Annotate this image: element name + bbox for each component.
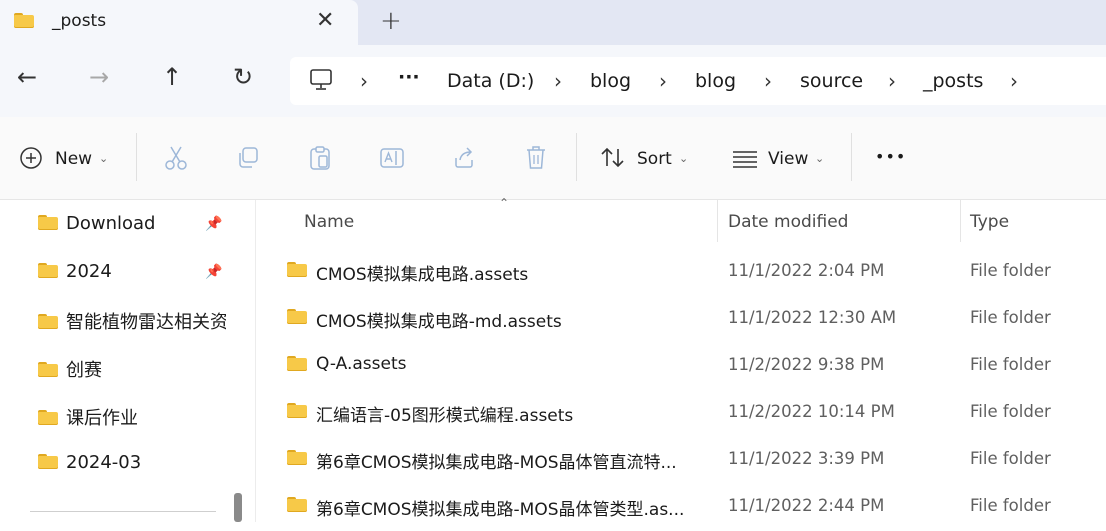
- item-type: File folder: [970, 449, 1051, 468]
- column-header-type[interactable]: Type: [970, 212, 1009, 232]
- item-name: CMOS模拟集成电路.assets: [316, 265, 529, 285]
- pin-icon: 📌: [205, 216, 223, 232]
- folder-icon: [287, 450, 307, 465]
- sidebar-item-2024-03[interactable]: 2024-03: [38, 452, 226, 476]
- list-item[interactable]: CMOS模拟集成电路-md.assets 11/1/2022 12:30 AM …: [260, 296, 1106, 343]
- share-icon[interactable]: [452, 146, 476, 170]
- breadcrumb-posts[interactable]: _posts: [923, 70, 983, 92]
- delete-icon[interactable]: [525, 145, 547, 171]
- refresh-button[interactable]: ↻: [233, 63, 253, 91]
- item-type: File folder: [970, 355, 1051, 374]
- sidebar-item-2024[interactable]: 2024: [38, 261, 226, 285]
- sidebar-item-label: 2024-03: [66, 452, 142, 473]
- folder-icon: [287, 356, 307, 371]
- breadcrumb-separator[interactable]: ›: [360, 69, 368, 93]
- chevron-down-icon: ⌄: [815, 152, 825, 165]
- folder-icon: [38, 454, 58, 469]
- folder-icon: [287, 497, 307, 512]
- view-button[interactable]: View: [768, 149, 808, 169]
- new-button[interactable]: New: [55, 149, 92, 169]
- item-type: File folder: [970, 402, 1051, 421]
- sidebar-item-label: 2024: [66, 261, 112, 282]
- sidebar-item-chuangsai[interactable]: 创赛: [38, 356, 226, 380]
- list-item[interactable]: Q-A.assets 11/2/2022 9:38 PM File folder: [260, 343, 1106, 390]
- new-tab-button[interactable]: +: [380, 6, 402, 36]
- folder-icon: [38, 362, 58, 377]
- list-item[interactable]: CMOS模拟集成电路.assets 11/1/2022 2:04 PM File…: [260, 249, 1106, 296]
- folder-icon: [38, 410, 58, 425]
- breadcrumb-separator[interactable]: ›: [888, 69, 896, 93]
- item-type: File folder: [970, 261, 1051, 280]
- column-divider[interactable]: [717, 200, 718, 242]
- sidebar-item-label: 课后作业: [66, 408, 138, 428]
- divider: [576, 133, 577, 181]
- breadcrumb-separator[interactable]: ›: [764, 69, 772, 93]
- paste-icon[interactable]: [308, 145, 332, 171]
- breadcrumb-blog-2[interactable]: blog: [695, 70, 736, 92]
- chevron-down-icon: ⌄: [679, 152, 689, 165]
- more-options-button[interactable]: •••: [875, 147, 906, 166]
- item-date: 11/2/2022 10:14 PM: [728, 402, 895, 421]
- item-date: 11/1/2022 3:39 PM: [728, 449, 885, 468]
- column-divider[interactable]: [960, 200, 961, 242]
- list-item[interactable]: 汇编语言-05图形模式编程.assets 11/2/2022 10:14 PM …: [260, 390, 1106, 437]
- column-header-date[interactable]: Date modified: [728, 212, 848, 232]
- sidebar-item-plant-radar[interactable]: 智能植物雷达相关资料: [38, 308, 226, 332]
- folder-icon: [38, 263, 58, 278]
- back-button[interactable]: ←: [17, 63, 37, 91]
- item-name: CMOS模拟集成电路-md.assets: [316, 312, 562, 332]
- breadcrumb-separator[interactable]: ›: [554, 69, 562, 93]
- up-button[interactable]: ↑: [162, 63, 182, 91]
- sidebar-item-download[interactable]: Download: [38, 213, 226, 237]
- cut-icon[interactable]: [164, 145, 188, 171]
- sidebar-item-homework[interactable]: 课后作业: [38, 404, 226, 428]
- this-pc-icon[interactable]: [309, 69, 333, 91]
- item-date: 11/1/2022 2:44 PM: [728, 496, 885, 515]
- chevron-down-icon: ⌄: [99, 152, 109, 165]
- folder-icon: [287, 309, 307, 324]
- item-name: 汇编语言-05图形模式编程.assets: [316, 406, 574, 426]
- forward-button[interactable]: →: [89, 63, 109, 91]
- column-header-name[interactable]: Name: [304, 212, 354, 232]
- item-name: 第6章CMOS模拟集成电路-MOS晶体管类型.as...: [316, 500, 685, 520]
- folder-icon: [287, 262, 307, 277]
- item-name: Q-A.assets: [316, 354, 407, 374]
- close-icon[interactable]: ✕: [316, 8, 334, 33]
- list-item[interactable]: 第6章CMOS模拟集成电路-MOS晶体管类型.as... 11/1/2022 2…: [260, 484, 1106, 531]
- view-icon[interactable]: [732, 150, 758, 168]
- sidebar-item-label: 智能植物雷达相关资料: [66, 312, 226, 332]
- folder-icon: [287, 403, 307, 418]
- sidebar-scrollbar-thumb[interactable]: [234, 493, 242, 522]
- item-date: 11/1/2022 2:04 PM: [728, 261, 885, 280]
- sort-button[interactable]: Sort: [637, 149, 672, 169]
- item-type: File folder: [970, 308, 1051, 327]
- folder-icon: [14, 13, 34, 28]
- sort-icon[interactable]: [600, 146, 626, 170]
- list-item[interactable]: 第6章CMOS模拟集成电路-MOS晶体管直流特... 11/1/2022 3:3…: [260, 437, 1106, 484]
- item-name: 第6章CMOS模拟集成电路-MOS晶体管直流特...: [316, 453, 677, 473]
- folder-icon: [38, 314, 58, 329]
- plus-circle-icon[interactable]: [19, 146, 43, 170]
- item-date: 11/2/2022 9:38 PM: [728, 355, 885, 374]
- tab-title: _posts: [52, 11, 107, 31]
- copy-icon[interactable]: [236, 146, 260, 170]
- item-date: 11/1/2022 12:30 AM: [728, 308, 897, 327]
- pin-icon: 📌: [205, 264, 223, 280]
- divider: [136, 133, 137, 181]
- sidebar-item-label: 创赛: [66, 360, 102, 380]
- breadcrumb-source[interactable]: source: [800, 70, 863, 92]
- sort-ascending-indicator: ⌃: [499, 196, 510, 210]
- divider: [30, 511, 216, 512]
- breadcrumb-separator[interactable]: ›: [659, 69, 667, 93]
- folder-icon: [38, 215, 58, 230]
- breadcrumb-data-d[interactable]: Data (D:): [447, 70, 534, 92]
- rename-icon[interactable]: [379, 146, 405, 170]
- breadcrumb-separator[interactable]: ›: [1010, 69, 1018, 93]
- sidebar-item-label: Download: [66, 213, 156, 234]
- breadcrumb-blog[interactable]: blog: [590, 70, 631, 92]
- breadcrumb-overflow[interactable]: ···: [398, 66, 420, 88]
- item-type: File folder: [970, 496, 1051, 515]
- divider: [851, 133, 852, 181]
